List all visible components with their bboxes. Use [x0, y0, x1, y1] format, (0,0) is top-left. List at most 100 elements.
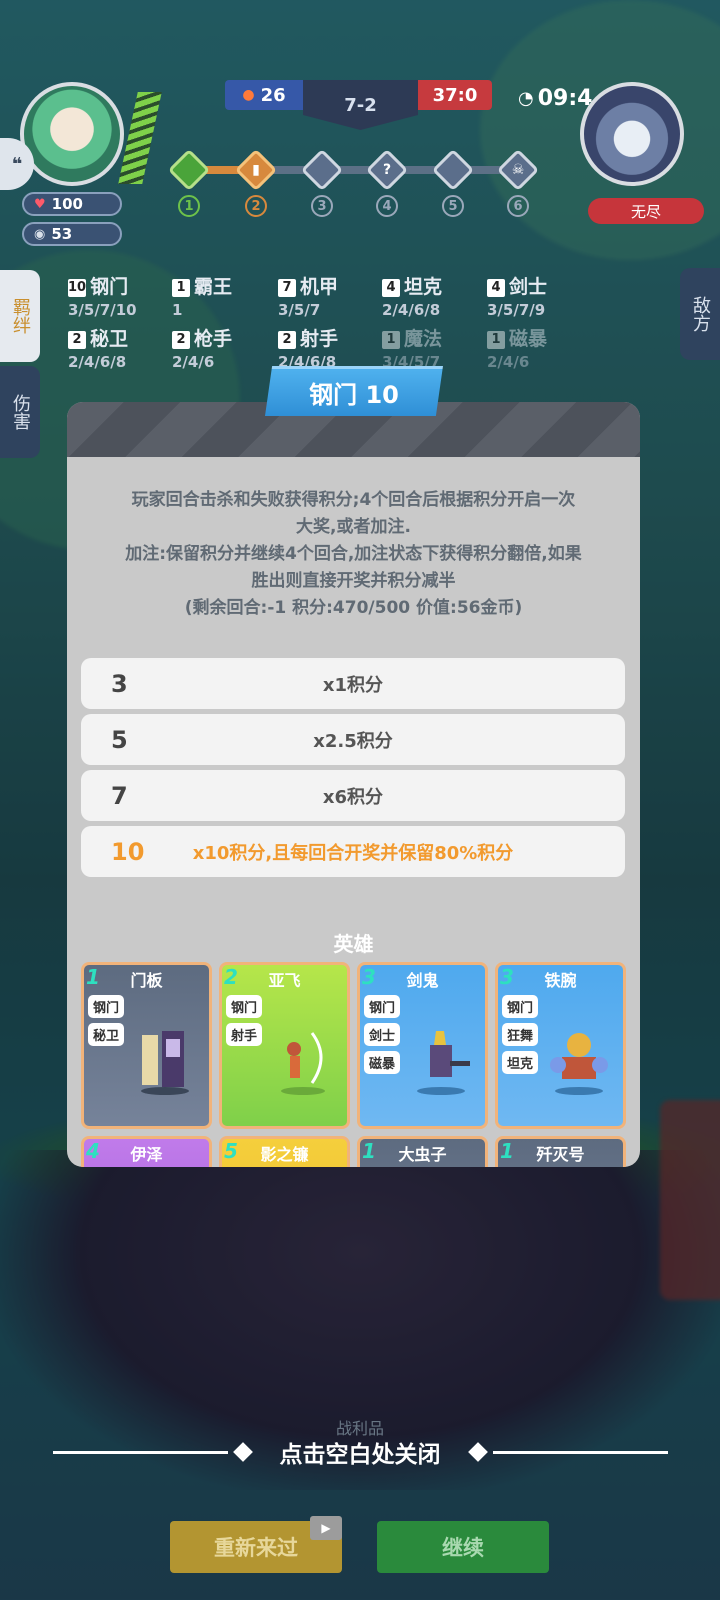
hero-trait: 钢门 — [88, 995, 125, 1018]
tier-row: 3 x1积分 — [81, 658, 625, 709]
synergy-name: 钢门 — [90, 276, 129, 298]
synergy-count: 1 — [172, 278, 190, 297]
divider-line — [492, 1450, 668, 1454]
description-line: 大奖,或者加注. — [296, 517, 411, 537]
synergy-item[interactable]: 4 坦克 2/4/6/8 — [382, 272, 442, 319]
synergy-name: 磁暴 — [509, 328, 548, 350]
tab-enemy[interactable]: 敌方 — [680, 268, 720, 360]
player-score: ● 26 — [225, 80, 303, 110]
coin-icon: ◉ — [34, 226, 46, 242]
synergy-item[interactable]: 10 钢门 3/5/7/10 — [68, 272, 137, 319]
diamond-icon — [467, 1442, 488, 1462]
synergy-item[interactable]: 1 磁暴 2/4/6 — [487, 324, 547, 371]
hero-name: 影之镰 — [260, 1145, 309, 1164]
enemy-score-value: 37:0 — [432, 84, 478, 106]
synergy-name: 坦克 — [404, 276, 443, 298]
hero-card[interactable]: 1 门板 钢门 秘卫 — [81, 962, 212, 1129]
synergy-levels: 2/4/6 — [172, 353, 215, 371]
description-line: 玩家回合击杀和失败获得积分;4个回合后根据积分开启一次 — [131, 490, 576, 510]
synergy-item[interactable]: 1 魔法 3/4/5/7 — [382, 324, 442, 371]
tab-enemy-label: 敌方 — [690, 296, 711, 332]
retry-label: 重新来过 — [214, 1536, 298, 1560]
hero-trait: 钢门 — [226, 995, 263, 1018]
synergy-count: 4 — [487, 278, 505, 297]
tier-row: 7 x6积分 — [81, 770, 625, 821]
hp-pill: ♥ 100 — [22, 192, 122, 216]
hero-card[interactable]: 1 歼灭号 — [495, 1136, 626, 1167]
hero-trait: 射手 — [226, 1023, 263, 1046]
gold-value: 53 — [51, 225, 73, 243]
hero-card[interactable]: 3 剑鬼 钢门 剑士 磁暴 — [357, 962, 488, 1129]
hero-trait: 狂舞 — [502, 1023, 539, 1046]
synergy-name: 射手 — [300, 328, 339, 350]
tab-synergy-label: 羁绊 — [10, 298, 31, 334]
tier-effect: x2.5积分 — [313, 730, 393, 752]
synergy-name: 剑士 — [509, 276, 548, 298]
close-hint[interactable]: 点击空白处关闭 — [0, 1432, 720, 1472]
question-icon: ? — [382, 162, 392, 178]
hp-value: 100 — [51, 195, 83, 213]
synergy-levels: 3/5/7/9 — [487, 301, 546, 319]
synergy-count: 7 — [278, 278, 296, 297]
chat-icon: ❝ — [11, 153, 23, 175]
synergy-item[interactable]: 2 射手 2/4/6/8 — [278, 324, 338, 371]
hero-sprite — [550, 1033, 608, 1095]
hero-trait: 坦克 — [502, 1051, 539, 1074]
hero-trait: 磁暴 — [364, 1051, 401, 1074]
hero-card[interactable]: 4 伊泽 — [81, 1136, 212, 1167]
stage-number: 1 — [178, 195, 200, 217]
synergy-levels: 3/5/7/10 — [68, 301, 137, 319]
timer: ◔ 09:4 — [518, 86, 592, 111]
heart-icon: ♥ — [34, 196, 46, 212]
tab-damage[interactable]: 伤害 — [0, 366, 40, 458]
tab-damage-label: 伤害 — [10, 394, 31, 430]
synergy-name: 机甲 — [300, 276, 339, 298]
synergy-name: 枪手 — [194, 328, 233, 350]
synergy-levels: 2/4/6/8 — [68, 353, 127, 371]
description-line: (剩余回合:-1 积分:470/500 价值:56金币) — [184, 598, 523, 618]
hero-card[interactable]: 3 铁腕 钢门 狂舞 坦克 — [495, 962, 626, 1129]
hero-card[interactable]: 5 影之镰 — [219, 1136, 350, 1167]
synergy-description: 玩家回合击杀和失败获得积分;4个回合后根据积分开启一次 大奖,或者加注. 加注:… — [79, 487, 628, 622]
synergy-item[interactable]: 2 枪手 2/4/6 — [172, 324, 232, 371]
round-value: 7-2 — [344, 94, 377, 116]
tier-effect: x1积分 — [322, 674, 384, 696]
description-line: 胜出则直接开奖并积分减半 — [251, 571, 456, 591]
divider-line — [52, 1450, 228, 1454]
hero-card[interactable]: 1 大虫子 — [357, 1136, 488, 1167]
skull-icon: ☠ — [511, 162, 525, 178]
synergy-item[interactable]: 2 秘卫 2/4/6/8 — [68, 324, 128, 371]
hero-name: 门板 — [130, 971, 163, 990]
tier-effect: x10积分,且每回合开奖并保留80%积分 — [192, 842, 514, 864]
synergy-count: 2 — [68, 330, 86, 349]
player-avatar[interactable] — [20, 82, 124, 186]
tier-row-active: 10 x10积分,且每回合开奖并保留80%积分 — [81, 826, 625, 877]
synergy-count: 4 — [382, 278, 400, 297]
synergy-levels: 2/4/6/8 — [382, 301, 441, 319]
timer-value: 09:4 — [537, 86, 593, 111]
hero-card[interactable]: 2 亚飞 钢门 射手 — [219, 962, 350, 1129]
hero-name: 歼灭号 — [536, 1145, 585, 1164]
synergy-item[interactable]: 7 机甲 3/5/7 — [278, 272, 338, 319]
enemy-avatar[interactable] — [580, 82, 684, 186]
continue-label: 继续 — [442, 1536, 484, 1560]
tab-synergy[interactable]: 羁绊 — [0, 270, 40, 362]
hero-trait: 钢门 — [364, 995, 401, 1018]
synergy-name: 秘卫 — [90, 328, 129, 350]
synergy-count: 10 — [68, 278, 87, 297]
hero-name: 大虫子 — [398, 1145, 447, 1164]
diamond-icon — [232, 1442, 253, 1462]
synergy-levels: 3/5/7 — [278, 301, 321, 319]
hero-sprite — [281, 1032, 325, 1095]
continue-button[interactable]: 继续 — [377, 1521, 549, 1573]
enemy-score: 37:0 — [418, 80, 492, 110]
modal-title-text: 钢门 10 — [309, 381, 399, 409]
card-icon: ▮ — [252, 162, 260, 178]
synergy-item[interactable]: 4 剑士 3/5/7/9 — [487, 272, 547, 319]
synergy-levels: 1 — [172, 301, 183, 319]
tier-level: 5 — [111, 725, 128, 754]
hero-name: 铁腕 — [544, 971, 577, 990]
hero-sprite — [141, 1031, 189, 1095]
synergy-count: 2 — [172, 330, 190, 349]
synergy-item[interactable]: 1 霸王 1 — [172, 272, 232, 319]
